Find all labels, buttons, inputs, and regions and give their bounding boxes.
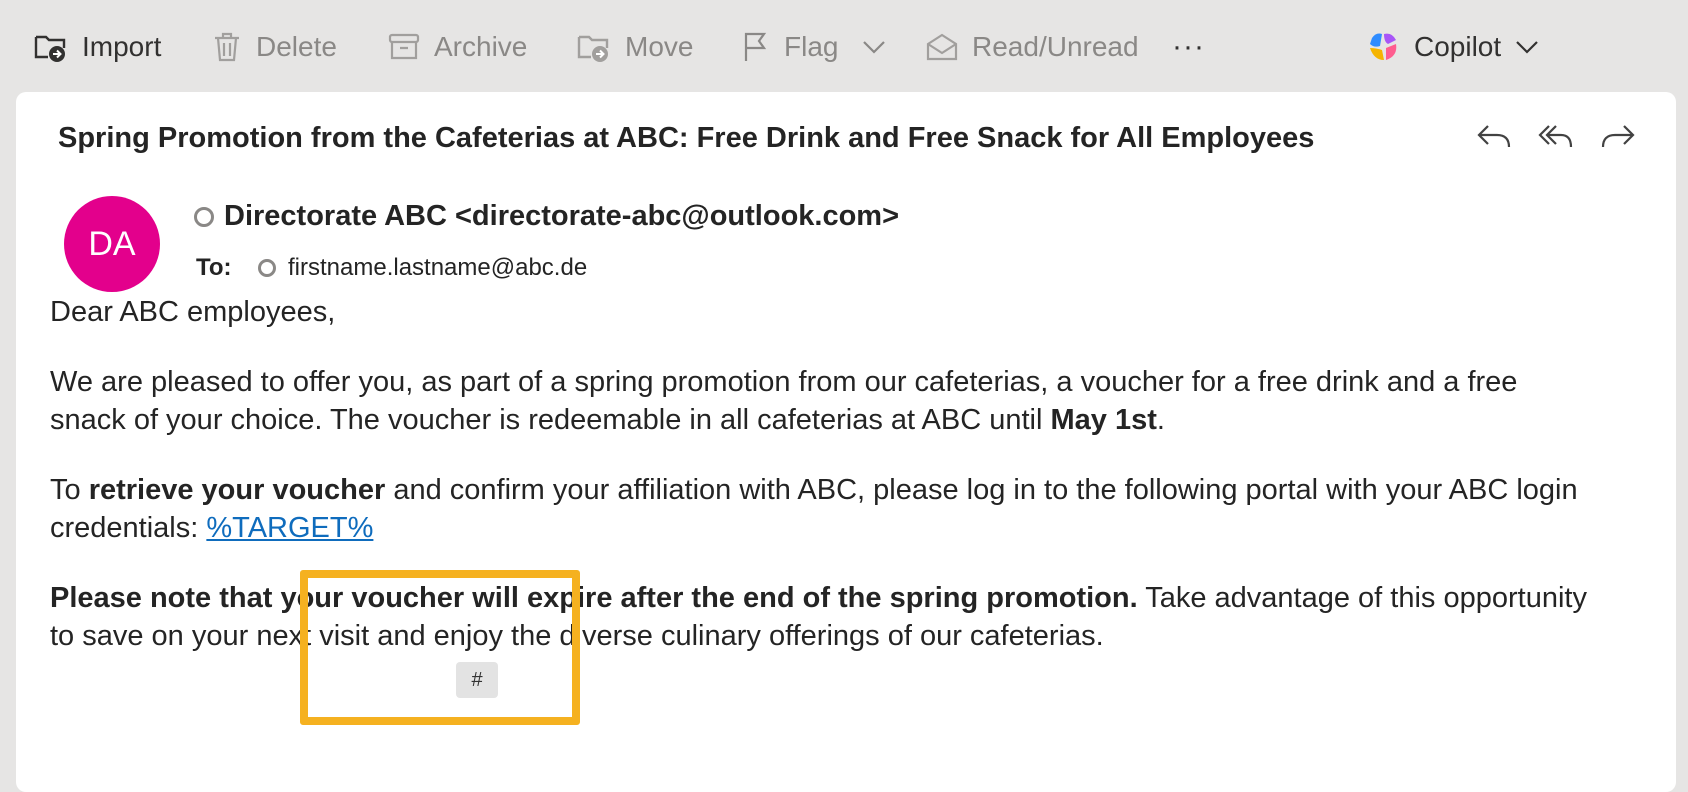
p1-date: May 1st — [1050, 404, 1157, 436]
delete-button[interactable]: Delete — [212, 24, 337, 70]
message-actions — [1476, 122, 1636, 157]
move-label: Move — [625, 31, 694, 62]
archive-icon — [388, 32, 420, 62]
envelope-open-icon — [926, 32, 958, 62]
sender-name[interactable]: Directorate ABC <directorate-abc@outlook… — [224, 200, 899, 233]
greeting: Dear ABC employees, — [50, 296, 336, 328]
recipient-address[interactable]: firstname.lastname@abc.de — [288, 254, 587, 282]
email-body: Dear ABC employees, We are pleased to of… — [50, 293, 1590, 687]
import-folder-icon — [34, 31, 68, 63]
email-subject: Spring Promotion from the Cafeterias at … — [58, 122, 1315, 154]
to-label: To: — [196, 254, 232, 281]
p3-bold: Please note that your voucher will expir… — [50, 582, 1138, 614]
highlight-marker — [300, 570, 580, 725]
archive-button[interactable]: Archive — [388, 24, 527, 70]
flag-button[interactable]: Flag — [742, 24, 886, 70]
import-label: Import — [82, 31, 162, 62]
move-button[interactable]: Move — [577, 24, 693, 70]
chevron-down-icon[interactable] — [862, 39, 886, 55]
delete-label: Delete — [256, 31, 337, 62]
body-paragraph-2: To retrieve your voucher and confirm you… — [50, 471, 1590, 547]
reply-all-icon[interactable] — [1538, 122, 1574, 157]
chevron-down-icon — [1515, 39, 1539, 55]
command-toolbar: Import Delete Archive Move Flag Read/Unr… — [0, 0, 1688, 92]
presence-status-icon — [258, 259, 276, 277]
copilot-icon — [1366, 30, 1400, 64]
copilot-button[interactable]: Copilot — [1366, 24, 1539, 70]
copilot-label: Copilot — [1414, 31, 1502, 62]
target-link[interactable]: %TARGET% — [206, 512, 373, 544]
forward-icon[interactable] — [1600, 122, 1636, 157]
read-unread-label: Read/Unread — [972, 31, 1139, 62]
p1-end: . — [1156, 404, 1165, 436]
p1-text: We are pleased to offer you, as part of … — [50, 366, 1518, 436]
archive-label: Archive — [434, 31, 528, 62]
p2-bold: retrieve your voucher — [88, 474, 386, 506]
marker-label: # — [456, 662, 498, 698]
presence-status-icon — [194, 206, 214, 227]
body-paragraph-1: We are pleased to offer you, as part of … — [50, 363, 1590, 439]
p2-start: To — [50, 474, 89, 506]
reply-icon[interactable] — [1476, 122, 1512, 157]
more-options-button[interactable]: ··· — [1172, 24, 1205, 70]
recipient-line: To: firstname.lastname@abc.de — [196, 254, 587, 282]
trash-icon — [212, 31, 242, 63]
read-unread-button[interactable]: Read/Unread — [926, 24, 1139, 70]
flag-icon — [742, 31, 770, 63]
body-paragraph-3: Please note that your voucher will expir… — [50, 579, 1590, 655]
sender-line[interactable]: Directorate ABC <directorate-abc@outlook… — [194, 200, 899, 233]
flag-label: Flag — [784, 31, 839, 62]
sender-avatar: DA — [64, 196, 160, 292]
move-folder-icon — [577, 31, 611, 63]
import-button[interactable]: Import — [34, 24, 161, 70]
